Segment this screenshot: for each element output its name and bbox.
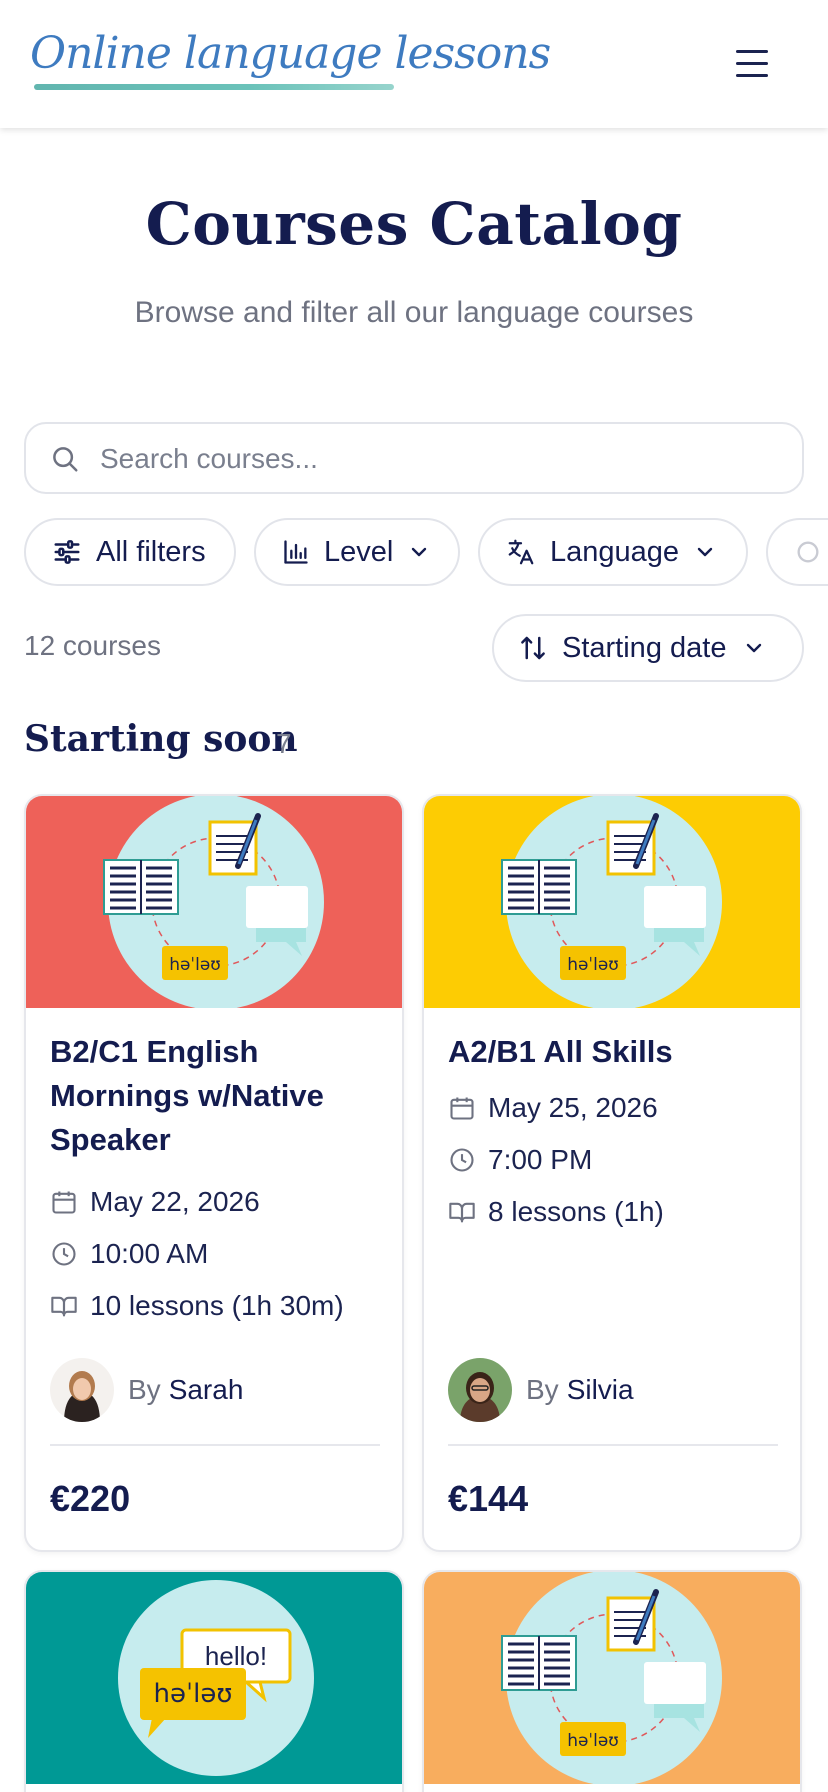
course-illustration: hello! həˈləʊ: [118, 1580, 314, 1776]
course-title: B2/C1 English Mornings w/Native Speaker: [50, 1034, 324, 1157]
clock-icon: [448, 1146, 476, 1174]
page-title: Courses Catalog: [145, 190, 683, 258]
course-teacher[interactable]: By Sarah: [50, 1358, 243, 1422]
clock-icon: [50, 1240, 78, 1268]
chevron-down-icon: [407, 540, 431, 564]
course-date: May 25, 2026: [448, 1092, 658, 1124]
course-date: May 22, 2026: [50, 1186, 260, 1218]
sort-arrows-icon: [518, 633, 548, 663]
course-date-text: May 22, 2026: [90, 1186, 260, 1217]
avatar: [448, 1358, 512, 1422]
avatar: [50, 1358, 114, 1422]
level-filter-label: Level: [324, 535, 394, 568]
card-divider: [50, 1444, 380, 1446]
more-filter-chip[interactable]: [766, 518, 828, 586]
course-illustration: həˈləʊ: [26, 796, 404, 1008]
hamburger-menu-button[interactable]: [730, 44, 774, 84]
sort-button[interactable]: Starting date: [492, 614, 804, 682]
course-title: A2/B1 All Skills: [448, 1034, 673, 1069]
results-count: 12 courses: [24, 630, 161, 661]
level-filter-button[interactable]: Level: [254, 518, 460, 586]
bar-chart-icon: [282, 538, 310, 566]
banner-badge: həˈləʊ: [154, 1679, 233, 1709]
partial-icon: [794, 538, 822, 566]
course-time-text: 10:00 AM: [90, 1238, 209, 1269]
course-price: €220: [50, 1478, 131, 1519]
course-time: 7:00 PM: [448, 1144, 592, 1176]
hamburger-line: [736, 62, 768, 65]
all-filters-button[interactable]: All filters: [24, 518, 236, 586]
site-logo[interactable]: Online language lessons: [30, 28, 551, 79]
course-lessons: 8 lessons (1h): [448, 1196, 664, 1228]
course-lessons-text: 10 lessons (1h 30m): [90, 1290, 344, 1321]
teacher-name: Silvia: [566, 1374, 634, 1405]
site-header: Online language lessons: [0, 0, 828, 128]
by-label: By: [128, 1374, 161, 1405]
book-icon: [448, 1198, 476, 1226]
course-card[interactable]: hello! həˈləʊ: [24, 1570, 404, 1792]
search-box: [24, 422, 804, 494]
calendar-icon: [448, 1094, 476, 1122]
course-lessons-text: 8 lessons (1h): [488, 1196, 664, 1227]
language-filter-button[interactable]: Language: [478, 518, 748, 586]
language-filter-label: Language: [550, 535, 680, 568]
search-input[interactable]: [100, 434, 780, 484]
course-time-text: 7:00 PM: [488, 1144, 593, 1175]
course-card[interactable]: həˈləʊ B2/C1 English Mornings w/Native S…: [24, 794, 404, 1552]
filter-chips: All filters Level Language: [24, 518, 828, 586]
course-illustration: həˈləʊ: [424, 1572, 802, 1784]
banner-badge: həˈləʊ: [169, 955, 221, 975]
book-icon: [50, 1292, 78, 1320]
course-date-text: May 25, 2026: [488, 1092, 658, 1123]
by-label: By: [526, 1374, 559, 1405]
teacher-name: Sarah: [168, 1374, 244, 1405]
hamburger-menu-icon: [736, 50, 768, 53]
course-teacher[interactable]: By Silvia: [448, 1358, 634, 1422]
page-subtitle: Browse and filter all our language cours…: [134, 296, 694, 329]
course-price: €144: [448, 1478, 529, 1519]
bubble-text: hello!: [205, 1641, 267, 1671]
course-card[interactable]: həˈləʊ: [422, 1570, 802, 1792]
translate-icon: [506, 537, 536, 567]
section-title: Starting soon: [24, 718, 298, 760]
section-count: 7: [276, 728, 292, 759]
course-illustration: həˈləʊ: [424, 796, 802, 1008]
chevron-down-icon: [693, 540, 717, 564]
sliders-icon: [52, 537, 82, 567]
banner-badge: həˈləʊ: [567, 955, 619, 975]
search-icon: [53, 447, 78, 472]
course-banner: həˈləʊ: [26, 796, 404, 1008]
calendar-icon: [50, 1188, 78, 1216]
course-banner: hello! həˈləʊ: [26, 1572, 402, 1784]
sort-label: Starting date: [562, 631, 727, 664]
hamburger-line: [736, 74, 768, 77]
course-banner: həˈləʊ: [424, 1572, 802, 1784]
course-time: 10:00 AM: [50, 1238, 208, 1270]
course-card[interactable]: həˈləʊ A2/B1 All Skills May 25, 2026 7:0…: [422, 794, 802, 1552]
course-banner: həˈləʊ: [424, 796, 802, 1008]
all-filters-label: All filters: [96, 535, 206, 568]
banner-badge: həˈləʊ: [567, 1731, 619, 1751]
logo-underline: [34, 84, 394, 90]
chevron-down-icon: [742, 636, 766, 660]
card-divider: [448, 1444, 778, 1446]
course-lessons: 10 lessons (1h 30m): [50, 1290, 344, 1322]
